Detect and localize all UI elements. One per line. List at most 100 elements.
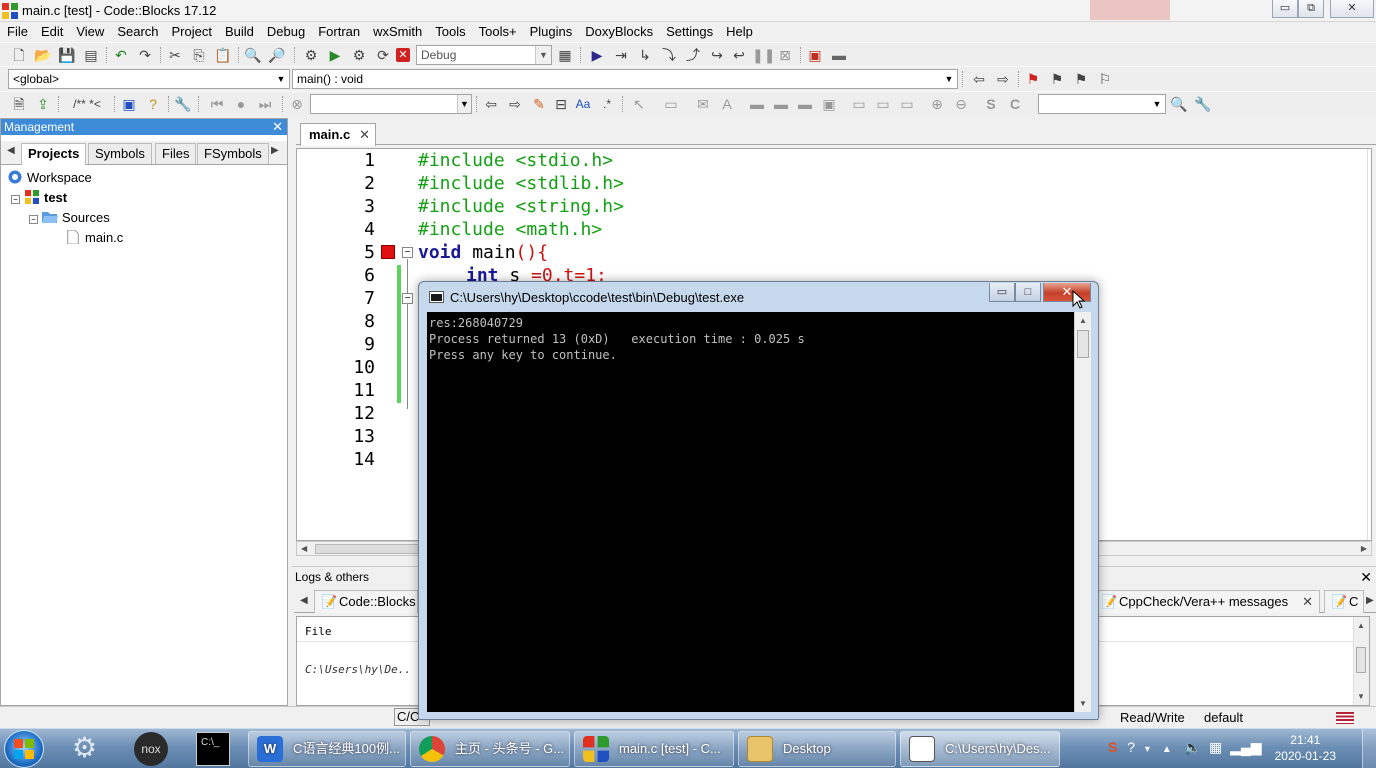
- collapse-icon[interactable]: −: [29, 215, 38, 224]
- widget-d-icon[interactable]: ▬: [748, 95, 766, 113]
- prev-bookmark-icon[interactable]: ⚑: [1048, 70, 1066, 88]
- scope-select[interactable]: <global> ▼: [8, 69, 290, 89]
- build-gear-icon[interactable]: ⚙: [302, 46, 320, 64]
- menu-build[interactable]: Build: [218, 22, 260, 39]
- minimize-button[interactable]: ▭: [1272, 0, 1298, 18]
- collapse-icon[interactable]: −: [11, 195, 20, 204]
- undo-icon[interactable]: ↶: [112, 46, 130, 64]
- regex-icon[interactable]: .*: [598, 95, 616, 113]
- widget-i-icon[interactable]: ▭: [874, 95, 892, 113]
- widget-g-icon[interactable]: ▣: [820, 95, 838, 113]
- menu-debug[interactable]: Debug: [260, 22, 311, 39]
- menu-file[interactable]: File: [0, 22, 34, 39]
- wrench-settings-icon[interactable]: 🔧: [174, 95, 192, 113]
- console-minimize-button[interactable]: ▭: [989, 283, 1015, 302]
- c-icon[interactable]: C: [1006, 95, 1024, 113]
- tab-cppcheck[interactable]: 📝 CppCheck/Vera++ messages ✕: [1094, 590, 1320, 613]
- taskbar-item-wps[interactable]: W C语言经典100例...: [248, 731, 406, 767]
- menu-help[interactable]: Help: [719, 22, 759, 39]
- jump-forward-icon[interactable]: ⇨: [994, 70, 1012, 88]
- menu-plugins[interactable]: Plugins: [523, 22, 579, 39]
- widget-j-icon[interactable]: ▭: [898, 95, 916, 113]
- menu-view[interactable]: View: [69, 22, 110, 39]
- log-row[interactable]: C:\Users\hy\De..: [305, 663, 411, 676]
- function-select[interactable]: main() : void ▼: [292, 69, 958, 89]
- scroll-up-icon[interactable]: ▲: [1357, 621, 1365, 630]
- scroll-thumb[interactable]: [1356, 647, 1366, 673]
- open-folder-icon[interactable]: 📂: [34, 46, 52, 64]
- scroll-right-icon[interactable]: ▶: [1361, 544, 1367, 553]
- run-icon[interactable]: ▶: [326, 46, 344, 64]
- incremental-search-icon[interactable]: ⊗: [288, 95, 306, 113]
- extract-docs-icon[interactable]: ⇪: [34, 95, 52, 113]
- step-into-icon[interactable]: ⤵: [660, 46, 678, 64]
- search-prev-icon[interactable]: ⇦: [482, 95, 500, 113]
- highlight-icon[interactable]: ✎: [530, 95, 548, 113]
- clock[interactable]: 21:41 2020-01-23: [1275, 732, 1336, 764]
- next-bookmark-icon[interactable]: ⚑: [1072, 70, 1090, 88]
- debug-windows-icon[interactable]: ▣: [806, 46, 824, 64]
- build-run-icon[interactable]: ⚙: [350, 46, 368, 64]
- run-to-cursor-icon[interactable]: ⇥: [612, 46, 630, 64]
- redo-icon[interactable]: ↷: [136, 46, 154, 64]
- tab-files[interactable]: Files: [155, 143, 197, 164]
- find-icon[interactable]: 🔍: [244, 46, 262, 64]
- copy-icon[interactable]: ⎘: [190, 46, 208, 64]
- pointer-icon[interactable]: ↖: [630, 95, 648, 113]
- sogou-ime-icon[interactable]: S: [1108, 739, 1117, 755]
- show-hidden-icons-icon[interactable]: ▲: [1162, 744, 1172, 755]
- tab-scroll-right-icon[interactable]: ▶: [271, 145, 279, 156]
- last-icon[interactable]: ⏭: [256, 95, 274, 113]
- tab-scroll-left-icon[interactable]: ◀: [7, 145, 15, 156]
- menu-tools-plus[interactable]: Tools+: [472, 22, 523, 39]
- logs-vertical-scrollbar[interactable]: ▲ ▼: [1353, 617, 1369, 705]
- doxywizard-icon[interactable]: 🗎: [10, 95, 28, 113]
- pinned-settings-gear-icon[interactable]: ⚙: [72, 732, 106, 766]
- replace-icon[interactable]: 🔎: [268, 46, 286, 64]
- widget-f-icon[interactable]: ▬: [796, 95, 814, 113]
- scroll-up-icon[interactable]: ▲: [1079, 316, 1087, 325]
- console-maximize-button[interactable]: □: [1015, 283, 1041, 302]
- next-instruction-icon[interactable]: ↪: [708, 46, 726, 64]
- debug-continue-icon[interactable]: ▶: [588, 46, 606, 64]
- tab-main-c[interactable]: main.c ✕: [300, 123, 376, 146]
- search-go-icon[interactable]: 🔍: [1170, 95, 1188, 113]
- pinned-cmd-icon[interactable]: C:\_: [196, 732, 230, 766]
- html-docs-icon[interactable]: ▣: [120, 95, 138, 113]
- various-info-icon[interactable]: ▬: [830, 46, 848, 64]
- network-icon[interactable]: ▦: [1209, 739, 1222, 755]
- restore-button[interactable]: ⧉: [1298, 0, 1324, 18]
- taskbar-item-desktop[interactable]: Desktop: [738, 731, 896, 767]
- abort-icon[interactable]: ✕: [396, 48, 410, 62]
- widget-a-icon[interactable]: ▭: [662, 95, 680, 113]
- save-icon[interactable]: 💾: [58, 46, 76, 64]
- tab-fsymbols[interactable]: FSymbols: [197, 143, 269, 164]
- scroll-down-icon[interactable]: ▼: [1357, 692, 1365, 701]
- new-file-icon[interactable]: 🗋: [10, 46, 28, 64]
- clear-bookmarks-icon[interactable]: ⚐: [1096, 70, 1114, 88]
- chm-help-icon[interactable]: ?: [144, 95, 162, 113]
- breakpoint-marker-icon[interactable]: [381, 245, 395, 259]
- tools-icon[interactable]: 🔧: [1194, 95, 1212, 113]
- scroll-down-icon[interactable]: ▼: [1079, 699, 1087, 708]
- menu-tools[interactable]: Tools: [428, 22, 471, 39]
- close-tab-icon[interactable]: ✕: [1302, 591, 1313, 613]
- menu-project[interactable]: Project: [165, 22, 218, 39]
- widget-b-icon[interactable]: ✉: [694, 95, 712, 113]
- show-desktop-button[interactable]: [1362, 729, 1376, 768]
- tray-expand-icon[interactable]: ▾: [1145, 744, 1150, 755]
- step-out-icon[interactable]: ⤴: [684, 46, 702, 64]
- tree-folder-sources[interactable]: − Sources: [29, 209, 110, 227]
- next-line-icon[interactable]: ↳: [636, 46, 654, 64]
- search-next-icon[interactable]: ⇨: [506, 95, 524, 113]
- menu-wxsmith[interactable]: wxSmith: [366, 22, 428, 39]
- build-target-select[interactable]: Debug ▼: [416, 45, 552, 65]
- fold-collapse-icon[interactable]: −: [402, 247, 413, 258]
- console-output[interactable]: res:268040729 Process returned 13 (0xD) …: [427, 312, 1074, 712]
- save-all-icon[interactable]: ▤: [82, 46, 100, 64]
- close-button[interactable]: ✕: [1330, 0, 1374, 18]
- console-vertical-scrollbar[interactable]: ▲ ▼: [1074, 312, 1091, 712]
- menu-doxyblocks[interactable]: DoxyBlocks: [578, 22, 659, 39]
- widget-c-icon[interactable]: A: [718, 95, 736, 113]
- incremental-search-input[interactable]: ▼: [310, 94, 472, 114]
